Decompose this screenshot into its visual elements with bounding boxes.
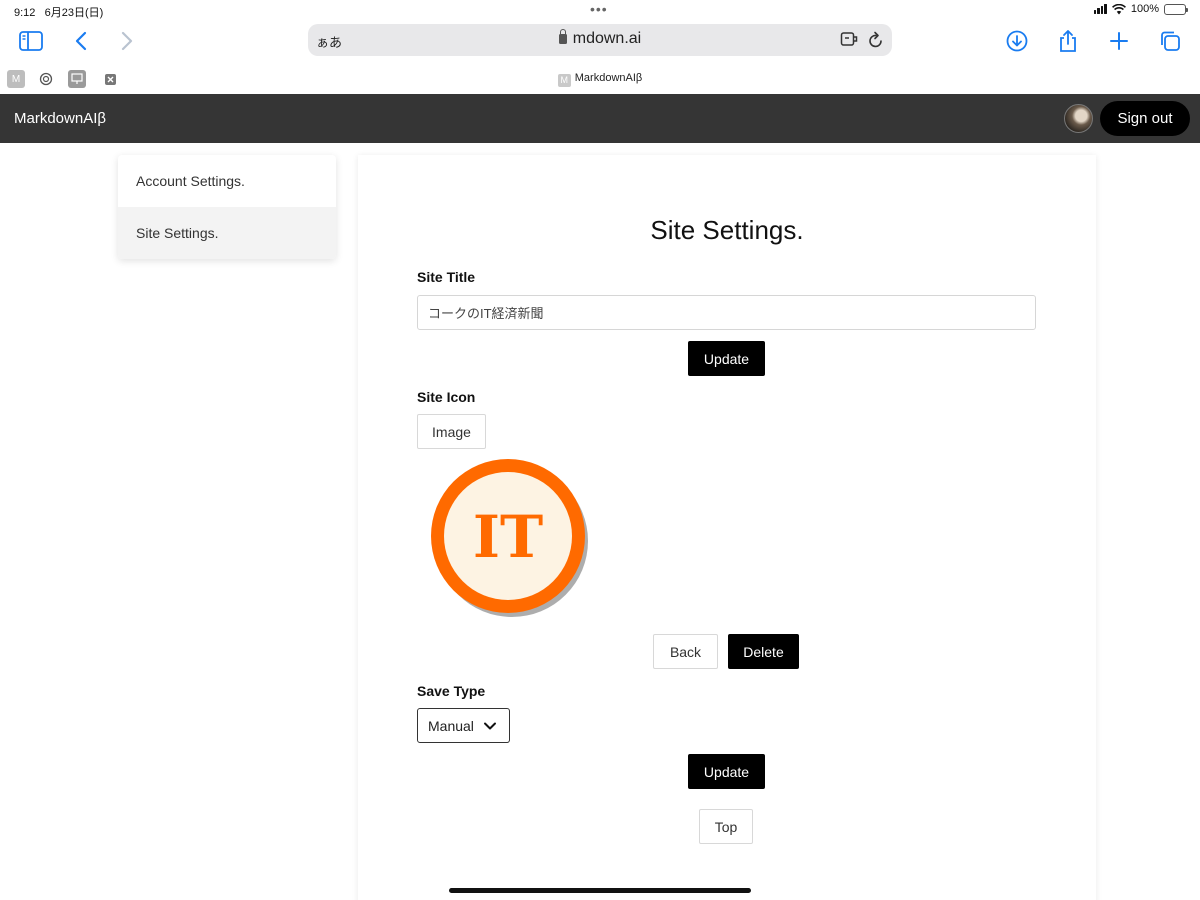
new-tab-plus-icon[interactable] (1104, 28, 1134, 54)
sidebar-item-site-settings[interactable]: Site Settings. (118, 207, 336, 259)
battery-icon (1164, 3, 1188, 15)
site-icon-image: IT (431, 459, 588, 617)
settings-panel: Site Settings. Site Title コークのIT経済新聞 Upd… (358, 155, 1096, 900)
page-title: Site Settings. (650, 215, 804, 245)
url-text[interactable]: mdown.ai (308, 29, 892, 48)
sidebar-item-account-settings[interactable]: Account Settings. (118, 155, 336, 207)
multitasking-dots-icon[interactable]: ••• (590, 2, 608, 16)
back-arrow-icon[interactable] (66, 28, 96, 54)
lock-icon (558, 29, 567, 44)
download-icon[interactable] (1002, 28, 1032, 54)
wifi-icon (1111, 3, 1126, 14)
battery-percent: 100% (1130, 3, 1159, 15)
save-type-selected-value: Manual (428, 717, 474, 734)
status-indicators: 100% (1093, 3, 1188, 15)
address-bar[interactable]: ぁあ mdown.ai (308, 24, 892, 56)
top-button[interactable]: Top (699, 809, 753, 844)
status-time: 9:12 6月23日(日) (14, 7, 104, 19)
save-type-select[interactable]: Manual (417, 708, 510, 743)
site-icon-letters: IT (473, 503, 543, 571)
image-upload-button[interactable]: Image (417, 414, 486, 449)
active-tab-favicon: M (557, 74, 571, 87)
active-tab[interactable]: M MarkdownAIβ (0, 72, 1200, 87)
tab-overview-icon[interactable] (1155, 28, 1185, 54)
update-site-title-button[interactable]: Update (688, 341, 765, 376)
home-indicator[interactable] (449, 888, 751, 893)
site-title-input[interactable]: コークのIT経済新聞 (417, 295, 1036, 330)
forward-arrow-icon[interactable] (112, 28, 142, 54)
sign-out-button[interactable]: Sign out (1100, 101, 1190, 136)
tab-bar: M M MarkdownAIβ (0, 64, 1200, 94)
settings-sidebar: Account Settings. Site Settings. (118, 155, 336, 259)
share-icon[interactable] (1053, 28, 1083, 54)
save-type-label: Save Type (417, 683, 486, 699)
reload-icon[interactable] (868, 31, 884, 54)
app-header: MarkdownAIβ Sign out (0, 94, 1200, 143)
browser-toolbar: ぁあ mdown.ai (0, 20, 1200, 64)
update-save-type-button[interactable]: Update (688, 754, 765, 789)
brand-logo-text[interactable]: MarkdownAIβ (14, 110, 106, 127)
status-bar: 9:12 6月23日(日) ••• 100% (0, 0, 1200, 20)
extension-icon[interactable] (840, 31, 858, 52)
avatar[interactable] (1064, 104, 1093, 133)
back-button[interactable]: Back (653, 634, 718, 669)
cellular-signal-icon (1093, 4, 1107, 14)
delete-icon-button[interactable]: Delete (728, 634, 799, 669)
site-title-label: Site Title (417, 269, 476, 285)
chevron-down-icon (484, 722, 496, 730)
site-icon-label: Site Icon (417, 389, 476, 405)
sidebar-toggle-icon[interactable] (16, 28, 46, 54)
